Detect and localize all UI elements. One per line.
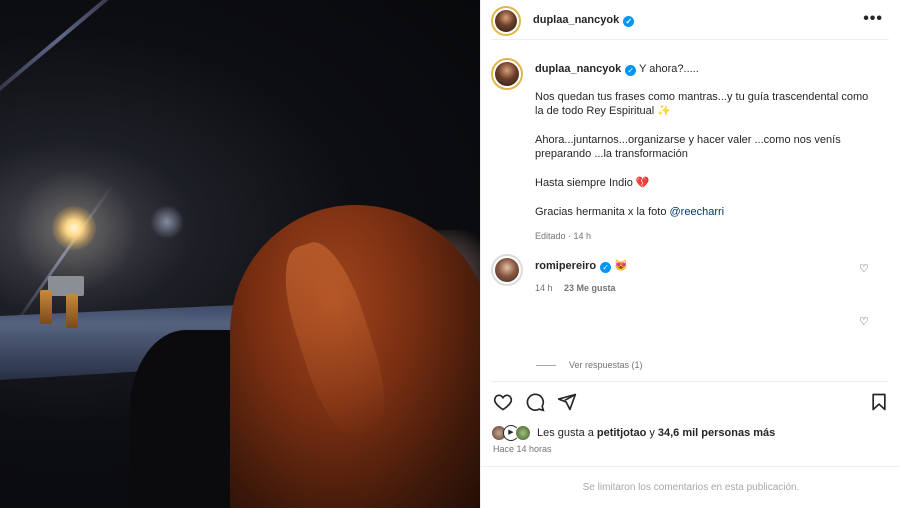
bookmark-icon[interactable] (869, 392, 889, 412)
reply-like-heart-icon[interactable]: ♡ (859, 315, 869, 328)
liker-username[interactable]: petitjotao (597, 427, 647, 439)
more-icon[interactable]: ••• (863, 10, 883, 28)
bottle (66, 294, 78, 328)
comments-limited-notice: Se limitaron los comentarios en esta pub… (481, 466, 900, 508)
post-header: duplaa_nancyok ✓ ••• (491, 2, 889, 40)
comment-time: 14 h (535, 283, 553, 293)
stage-light (52, 206, 96, 250)
divider-line (536, 364, 556, 366)
likes-others[interactable]: 34,6 mil personas más (658, 427, 775, 439)
verified-icon: ✓ (600, 262, 612, 273)
author-username[interactable]: duplaa_nancyok ✓ (533, 14, 635, 27)
author-avatar[interactable] (491, 5, 521, 36)
comment-text: 😻 (614, 260, 628, 272)
view-replies-label: Ver respuestas (1) (569, 360, 643, 370)
light-beam (0, 0, 161, 124)
caption-paragraph: Gracias hermanita x la foto @reecharri (535, 206, 725, 218)
comment-meta: 14 h 23 Me gusta (535, 283, 628, 293)
likes-prefix: Les gusta a (537, 427, 594, 439)
caption-paragraph: Ahora...juntarnos...organizarse y hacer … (535, 134, 841, 160)
caption-paragraph: Nos quedan tus frases como mantras...y t… (535, 91, 869, 117)
avatar (515, 425, 531, 441)
caption-meta: Editado · 14 h (535, 231, 592, 241)
caption-first-line: Y ahora?..... (639, 63, 699, 75)
post-photo[interactable] (0, 0, 480, 508)
stage-box (48, 276, 84, 296)
verified-icon: ✓ (625, 65, 637, 76)
comment: romipereiro ✓ 😻 14 h 23 Me gusta (491, 254, 891, 293)
spot-light (150, 205, 184, 239)
commenter-username[interactable]: romipereiro (535, 260, 596, 272)
liker-avatars: ▶ (491, 425, 531, 441)
caption-username[interactable]: duplaa_nancyok (535, 63, 621, 75)
likes-summary[interactable]: ▶ Les gusta a petitjotao y 34,6 mil pers… (491, 425, 778, 441)
comment-likes[interactable]: 23 Me gusta (564, 283, 616, 293)
share-icon[interactable] (557, 392, 577, 412)
heart-icon[interactable] (493, 392, 513, 412)
likes-connector: y (649, 427, 655, 439)
action-bar (491, 381, 889, 419)
post-panel: duplaa_nancyok ✓ ••• duplaa_nancyok ✓ Y ah… (480, 0, 900, 508)
caption-paragraph: Hasta siempre Indio 💔 (535, 177, 650, 189)
caption: duplaa_nancyok ✓ Y ahora?..... Nos quedan… (491, 58, 891, 243)
commenter-avatar[interactable] (491, 254, 523, 286)
mention-link[interactable]: @reecharri (670, 206, 725, 218)
caption-avatar[interactable] (491, 58, 523, 90)
post-timestamp: Hace 14 horas (493, 444, 552, 454)
comment-icon[interactable] (525, 392, 545, 412)
verified-icon: ✓ (623, 16, 635, 27)
comment-like-heart-icon[interactable]: ♡ (859, 262, 869, 275)
bottle (40, 290, 52, 324)
view-replies-button[interactable]: Ver respuestas (1) (536, 360, 643, 370)
